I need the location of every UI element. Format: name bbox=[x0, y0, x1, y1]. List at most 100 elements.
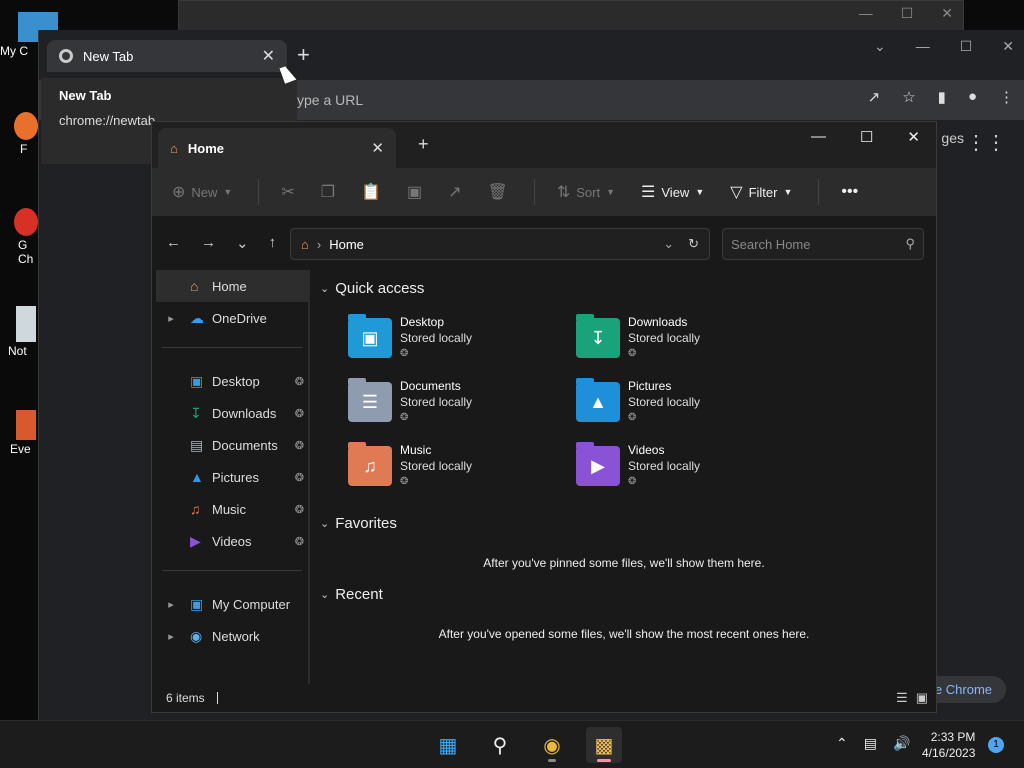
side-panel-icon[interactable]: ▮ bbox=[938, 88, 946, 106]
desktop-icon-everything[interactable]: Eve bbox=[0, 410, 36, 456]
desktop-icon-label: My C bbox=[0, 44, 28, 58]
breadcrumb-home[interactable]: Home bbox=[329, 237, 364, 252]
sidebar-item-onedrive[interactable]: ▸ ☁ OneDrive bbox=[156, 302, 308, 334]
profile-icon[interactable]: ● bbox=[968, 88, 977, 106]
desktop-icon-notepad[interactable]: Not bbox=[0, 306, 36, 358]
cloud-icon: ☁ bbox=[190, 309, 204, 326]
taskbar-search-button[interactable]: ⚲ bbox=[482, 727, 518, 763]
close-icon[interactable]: ✕ bbox=[262, 46, 275, 66]
copy-icon[interactable]: ❐ bbox=[321, 182, 335, 202]
maximize-icon[interactable]: ☐ bbox=[901, 5, 914, 22]
quick-access-downloads[interactable]: ↧ Downloads Stored locally ❂ bbox=[576, 314, 786, 374]
section-recent[interactable]: ⌄ Recent bbox=[320, 586, 383, 603]
paste-icon[interactable]: 📋 bbox=[361, 182, 381, 202]
bookmark-star-icon[interactable]: ☆ bbox=[902, 88, 915, 106]
delete-icon[interactable]: 🗑 bbox=[488, 182, 508, 202]
new-tab-button[interactable]: + bbox=[297, 42, 310, 68]
chrome-tab-new-tab[interactable]: New Tab ✕ bbox=[47, 40, 287, 72]
chevron-down-icon[interactable]: ⌄ bbox=[874, 38, 886, 55]
section-quick-access[interactable]: ⌄ Quick access bbox=[320, 280, 424, 297]
show-hidden-icons-chevron-icon[interactable]: ⌃ bbox=[836, 735, 848, 752]
new-tab-button[interactable]: + bbox=[418, 134, 429, 155]
network-icon[interactable]: ▤ bbox=[864, 735, 877, 752]
minimize-icon[interactable]: — bbox=[859, 5, 873, 22]
pin-icon: ❂ bbox=[628, 348, 637, 359]
chevron-right-icon[interactable]: ▸ bbox=[162, 312, 180, 325]
sidebar-item-home[interactable]: ⌂ Home bbox=[156, 270, 308, 302]
more-options-icon[interactable]: ••• bbox=[841, 183, 858, 201]
clock[interactable]: 2:33 PM 4/16/2023 bbox=[922, 729, 975, 761]
close-icon[interactable]: ✕ bbox=[1002, 38, 1014, 55]
chevron-right-icon[interactable]: ▸ bbox=[162, 630, 180, 643]
desktop-icon-my-computer[interactable]: My C bbox=[0, 12, 58, 58]
quick-access-music[interactable]: ♫ Music Stored locally ❂ bbox=[348, 442, 558, 502]
desktop-icon-chrome[interactable]: G Ch bbox=[0, 208, 38, 266]
sidebar-item-music[interactable]: ♫ Music ❂ bbox=[156, 493, 308, 525]
images-link[interactable]: ges bbox=[941, 130, 964, 146]
up-arrow-icon[interactable]: ↑ bbox=[269, 234, 277, 252]
pictures-icon: ▲ bbox=[576, 378, 620, 422]
desktop-icon-firefox[interactable]: F bbox=[0, 112, 38, 156]
share-icon[interactable]: ↗ bbox=[868, 88, 881, 106]
sidebar-item-my-computer[interactable]: ▸ ▣ My Computer bbox=[156, 588, 308, 620]
file-explorer-window: ⌂ Home ✕ + — ☐ ✕ ⊕ New ▼ ✂ ❐ 📋 ▣ ↗ 🗑 ⇅ S… bbox=[151, 121, 937, 713]
quick-access-videos[interactable]: ▶ Videos Stored locally ❂ bbox=[576, 442, 786, 502]
taskbar-apps: ▦ ⚲ ◉ ▩ bbox=[430, 727, 622, 763]
maximize-icon[interactable]: ☐ bbox=[860, 128, 873, 146]
explorer-tab-home[interactable]: ⌂ Home ✕ bbox=[158, 128, 396, 168]
sidebar-item-label: OneDrive bbox=[212, 310, 267, 326]
search-input[interactable]: Search Home ⚲ bbox=[722, 228, 924, 260]
close-icon[interactable]: ✕ bbox=[371, 139, 384, 157]
tiles-view-icon[interactable]: ▣ bbox=[916, 690, 928, 706]
maximize-icon[interactable]: ☐ bbox=[960, 38, 973, 55]
apps-grid-icon[interactable]: ⋮⋮ bbox=[966, 130, 1006, 155]
close-icon[interactable]: ✕ bbox=[941, 5, 953, 22]
download-icon: ↧ bbox=[190, 404, 202, 421]
desktop-folder-icon: ▣ bbox=[190, 372, 204, 389]
pin-icon: ❂ bbox=[400, 412, 409, 423]
chrome-tab-bar: New Tab ✕ + ⌄ — ☐ ✕ bbox=[39, 30, 1024, 80]
sidebar-item-desktop[interactable]: ▣ Desktop ❂ bbox=[156, 365, 308, 397]
taskbar-file-explorer[interactable]: ▩ bbox=[586, 727, 622, 763]
sidebar-item-videos[interactable]: ▶ Videos ❂ bbox=[156, 525, 308, 557]
address-bar[interactable]: ⌂ › Home ⌄ ↻ bbox=[290, 228, 710, 260]
documents-icon: ☰ bbox=[348, 378, 392, 422]
refresh-icon[interactable]: ↻ bbox=[688, 236, 699, 252]
quick-access-pictures[interactable]: ▲ Pictures Stored locally ❂ bbox=[576, 378, 786, 438]
sidebar-divider bbox=[162, 570, 302, 571]
volume-icon[interactable]: 🔊 bbox=[893, 735, 910, 752]
recent-locations-chevron-icon[interactable]: ⌄ bbox=[236, 234, 249, 252]
notification-badge[interactable]: 1 bbox=[988, 737, 1004, 753]
cut-icon[interactable]: ✂ bbox=[281, 182, 294, 202]
start-button[interactable]: ▦ bbox=[430, 727, 466, 763]
new-button[interactable]: ⊕ New ▼ bbox=[172, 182, 232, 202]
menu-kebab-icon[interactable]: ⋮ bbox=[999, 88, 1014, 106]
address-dropdown-icon[interactable]: ⌄ bbox=[663, 236, 674, 252]
details-view-icon[interactable]: ☰ bbox=[896, 690, 908, 706]
section-favorites[interactable]: ⌄ Favorites bbox=[320, 515, 397, 532]
folder-status: Stored locally bbox=[400, 395, 473, 409]
omnibox[interactable]: ype a URL bbox=[287, 84, 887, 116]
sidebar-item-pictures[interactable]: ▲ Pictures ❂ bbox=[156, 461, 308, 493]
minimize-icon[interactable]: — bbox=[811, 128, 826, 146]
sidebar-item-documents[interactable]: ▤ Documents ❂ bbox=[156, 429, 308, 461]
chevron-right-icon[interactable]: ▸ bbox=[162, 598, 180, 611]
chevron-down-icon: ▼ bbox=[783, 187, 793, 197]
search-icon: ⚲ bbox=[492, 734, 508, 757]
desktop-folder-icon: ▣ bbox=[348, 314, 392, 358]
view-button[interactable]: ☰ View ▼ bbox=[641, 182, 704, 202]
forward-arrow-icon[interactable]: → bbox=[201, 234, 216, 252]
taskbar-chrome[interactable]: ◉ bbox=[534, 727, 570, 763]
share-icon[interactable]: ↗ bbox=[448, 182, 461, 202]
music-icon: ♫ bbox=[348, 442, 392, 486]
sidebar-item-network[interactable]: ▸ ◉ Network bbox=[156, 620, 308, 652]
rename-icon[interactable]: ▣ bbox=[407, 182, 422, 202]
sidebar-item-downloads[interactable]: ↧ Downloads ❂ bbox=[156, 397, 308, 429]
minimize-icon[interactable]: — bbox=[916, 38, 930, 55]
close-icon[interactable]: ✕ bbox=[907, 128, 920, 146]
quick-access-documents[interactable]: ☰ Documents Stored locally ❂ bbox=[348, 378, 558, 438]
filter-button[interactable]: ▽ Filter ▼ bbox=[730, 182, 792, 202]
back-arrow-icon[interactable]: ← bbox=[166, 234, 181, 252]
sort-button[interactable]: ⇅ Sort ▼ bbox=[557, 182, 615, 202]
quick-access-desktop[interactable]: ▣ Desktop Stored locally ❂ bbox=[348, 314, 558, 374]
